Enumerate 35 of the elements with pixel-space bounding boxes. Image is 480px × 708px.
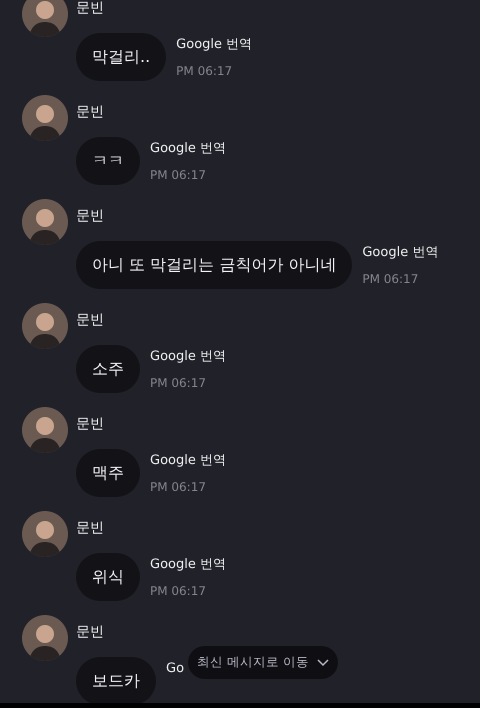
message-time: PM 06:17 — [150, 479, 206, 495]
translate-link[interactable]: Google 번역 — [362, 244, 438, 261]
avatar-icon — [22, 511, 68, 557]
chevron-down-icon — [316, 658, 329, 666]
avatar-icon — [22, 199, 68, 245]
translate-link[interactable]: Google 번역 — [150, 556, 226, 573]
message-bubble: 보드카 — [76, 657, 156, 703]
message-time: PM 06:17 — [150, 583, 206, 599]
avatar-icon — [22, 615, 68, 661]
avatar-icon — [22, 407, 68, 453]
jump-to-latest-button[interactable]: 최신 메시지로 이동 — [188, 646, 338, 679]
sender-name: 문빈 — [76, 519, 104, 537]
translate-link[interactable]: Google 번역 — [150, 140, 226, 157]
translate-link[interactable]: Google 번역 — [150, 348, 226, 365]
message-time: PM 06:17 — [176, 63, 232, 79]
message-bubble: 맥주 — [76, 449, 140, 497]
message-bubble: 위식 — [76, 553, 140, 601]
message-bubble: 아니 또 막걸리는 금칙어가 아니네 — [76, 241, 352, 289]
translate-link[interactable]: Google 번역 — [176, 36, 252, 53]
sender-name: 문빈 — [76, 103, 104, 121]
message-bubble: ㅋㅋ — [76, 137, 140, 185]
sender-name: 문빈 — [76, 311, 104, 329]
message-bubble: 소주 — [76, 345, 140, 393]
message-bubble: 막걸리.. — [76, 33, 166, 81]
message-time: PM 06:17 — [150, 375, 206, 391]
sender-name: 문빈 — [76, 623, 104, 641]
translate-link[interactable]: Google 번역 — [150, 452, 226, 469]
sender-name: 문빈 — [76, 0, 104, 17]
message-time: PM 06:17 — [150, 167, 206, 183]
message-time: PM 06:17 — [362, 271, 418, 287]
sender-name: 문빈 — [76, 207, 104, 225]
translate-link[interactable]: Go — [166, 660, 184, 677]
sender-name: 문빈 — [76, 415, 104, 433]
avatar-icon — [22, 95, 68, 141]
avatar-icon — [22, 303, 68, 349]
